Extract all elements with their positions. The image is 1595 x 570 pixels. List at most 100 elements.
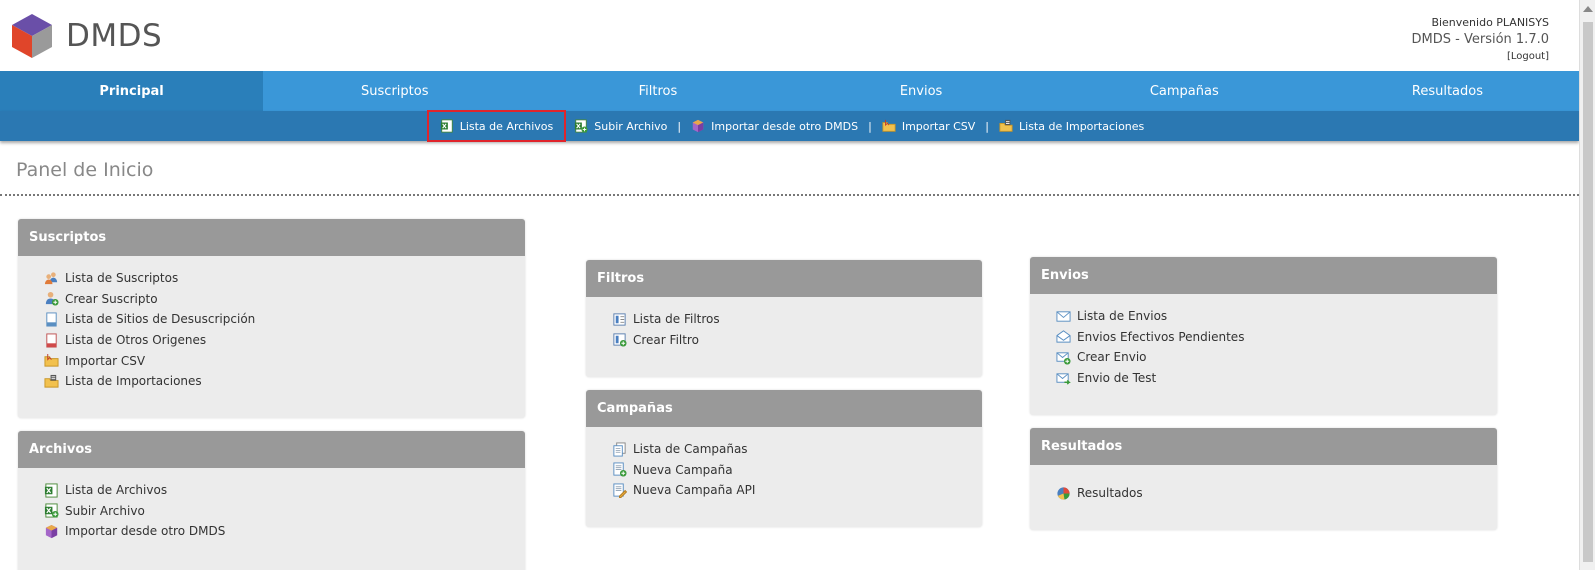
link-label: Lista de Importaciones — [65, 374, 202, 389]
link-sitios-desuscripcion[interactable]: Lista de Sitios de Desuscripción — [44, 309, 525, 330]
link-label: Nueva Campaña API — [633, 483, 756, 498]
subnav-subir-archivo[interactable]: Subir Archivo — [566, 111, 675, 141]
link-lista-filtros[interactable]: Lista de Filtros — [612, 309, 982, 330]
link-crear-envio[interactable]: Crear Envio — [1056, 347, 1497, 368]
users-icon — [44, 271, 59, 286]
link-label: Nueva Campaña — [633, 462, 733, 477]
title-divider — [0, 194, 1579, 196]
panel-title: Resultados — [1030, 428, 1497, 465]
link-label: Crear Envio — [1077, 350, 1147, 365]
filter-list-icon — [612, 312, 627, 327]
separator: | — [985, 119, 990, 133]
excel-file-icon — [44, 483, 59, 498]
folder-list-icon — [999, 119, 1013, 133]
link-label: Envios Efectivos Pendientes — [1077, 329, 1245, 344]
panel-title: Campañas — [586, 390, 982, 427]
link-crear-filtro[interactable]: Crear Filtro — [612, 330, 982, 351]
document-icon — [44, 312, 59, 327]
panel-filtros: Filtros Lista de Filtros Crear Filtro — [586, 260, 982, 377]
link-label: Resultados — [1077, 486, 1143, 501]
link-envio-test[interactable]: Envio de Test — [1056, 368, 1497, 389]
link-importar-csv[interactable]: Importar CSV — [44, 350, 525, 371]
document-red-icon — [44, 333, 59, 348]
subnav-label: Subir Archivo — [594, 119, 668, 133]
link-resultados[interactable]: Resultados — [1056, 483, 1497, 504]
link-label: Lista de Archivos — [65, 483, 168, 498]
vertical-scrollbar[interactable] — [1579, 0, 1595, 570]
panel-title: Suscriptos — [18, 219, 525, 256]
page-title: Panel de Inicio — [16, 159, 154, 181]
panel-title: Envios — [1030, 257, 1497, 294]
subnav-label: Lista de Importaciones — [1019, 119, 1145, 133]
page-add-icon — [612, 462, 627, 477]
sub-nav: Lista de Archivos Subir Archivo | Import… — [0, 110, 1579, 142]
link-label: Envio de Test — [1077, 371, 1157, 386]
separator: | — [868, 119, 872, 133]
link-subir-archivo[interactable]: Subir Archivo — [44, 501, 525, 522]
main-nav: Principal Suscriptos Filtros Envios Camp… — [0, 71, 1579, 111]
panel-title: Archivos — [18, 431, 525, 468]
subnav-importar-dmds[interactable]: Importar desde otro DMDS — [683, 111, 866, 141]
link-label: Lista de Filtros — [633, 312, 720, 327]
separator: | — [677, 119, 682, 133]
panel-title: Filtros — [586, 260, 982, 297]
package-box-icon — [44, 524, 59, 539]
version-text: DMDS - Versión 1.7.0 — [1411, 32, 1549, 47]
subnav-importar-csv[interactable]: Importar CSV — [874, 111, 983, 141]
panel-campanas: Campañas Lista de Campañas Nueva Campaña… — [586, 390, 982, 527]
link-label: Lista de Envios — [1077, 309, 1168, 324]
link-label: Importar CSV — [65, 353, 146, 368]
link-label: Crear Filtro — [633, 332, 699, 347]
subnav-label: Importar CSV — [901, 119, 976, 133]
user-add-icon — [44, 291, 59, 306]
link-label: Lista de Otros Origenes — [65, 333, 207, 348]
link-label: Importar desde otro DMDS — [65, 524, 226, 539]
link-lista-archivos[interactable]: Lista de Archivos — [44, 480, 525, 501]
link-lista-campanas[interactable]: Lista de Campañas — [612, 439, 982, 460]
dmds-logo-icon — [12, 14, 52, 58]
tab-envios[interactable]: Envios — [790, 71, 1053, 111]
link-nueva-campana[interactable]: Nueva Campaña — [612, 460, 982, 481]
mail-send-icon — [1056, 371, 1071, 386]
excel-file-icon — [440, 119, 454, 133]
link-envios-pendientes[interactable]: Envios Efectivos Pendientes — [1056, 327, 1497, 348]
link-label: Lista de Sitios de Desuscripción — [65, 312, 256, 327]
subnav-lista-importaciones[interactable]: Lista de Importaciones — [991, 111, 1152, 141]
app-header: DMDS Bienvenido PLANISYS DMDS - Versión … — [0, 0, 1579, 71]
scrollbar-thumb[interactable] — [1583, 22, 1593, 562]
link-crear-suscripto[interactable]: Crear Suscripto — [44, 289, 525, 310]
panel-archivos: Archivos Lista de Archivos Subir Archivo… — [18, 431, 525, 570]
link-lista-importaciones[interactable]: Lista de Importaciones — [44, 371, 525, 392]
mail-open-icon — [1056, 329, 1071, 344]
excel-upload-icon — [574, 119, 588, 133]
logo-text: DMDS — [66, 18, 163, 54]
subnav-lista-archivos[interactable]: Lista de Archivos — [426, 110, 567, 142]
package-box-icon — [691, 119, 705, 133]
pie-chart-icon — [1056, 486, 1071, 501]
mail-icon — [1056, 309, 1071, 324]
user-info: Bienvenido PLANISYS DMDS - Versión 1.7.0… — [1412, 14, 1549, 65]
excel-upload-icon — [44, 503, 59, 518]
tab-filtros[interactable]: Filtros — [526, 71, 789, 111]
tab-campanas[interactable]: Campañas — [1053, 71, 1316, 111]
logout-link[interactable]: [Logout] — [1412, 48, 1549, 65]
tab-principal[interactable]: Principal — [0, 71, 264, 111]
subnav-label: Lista de Archivos — [459, 119, 554, 133]
panel-resultados: Resultados Resultados — [1030, 428, 1497, 530]
link-lista-suscriptos[interactable]: Lista de Suscriptos — [44, 268, 525, 289]
link-nueva-campana-api[interactable]: Nueva Campaña API — [612, 480, 982, 501]
link-lista-envios[interactable]: Lista de Envios — [1056, 306, 1497, 327]
link-otros-origenes[interactable]: Lista de Otros Origenes — [44, 330, 525, 351]
page-edit-icon — [612, 483, 627, 498]
panel-suscriptos: Suscriptos Lista de Suscriptos Crear Sus… — [18, 219, 525, 418]
subnav-label: Importar desde otro DMDS — [711, 119, 859, 133]
scroll-up-icon[interactable] — [1583, 6, 1593, 12]
link-label: Lista de Suscriptos — [65, 271, 179, 286]
welcome-text: Bienvenido PLANISYS — [1431, 16, 1549, 29]
pages-icon — [612, 442, 627, 457]
tab-suscriptos[interactable]: Suscriptos — [263, 71, 526, 111]
link-label: Subir Archivo — [65, 503, 145, 518]
link-importar-dmds[interactable]: Importar desde otro DMDS — [44, 521, 525, 542]
tab-resultados[interactable]: Resultados — [1316, 71, 1579, 111]
link-label: Crear Suscripto — [65, 291, 158, 306]
